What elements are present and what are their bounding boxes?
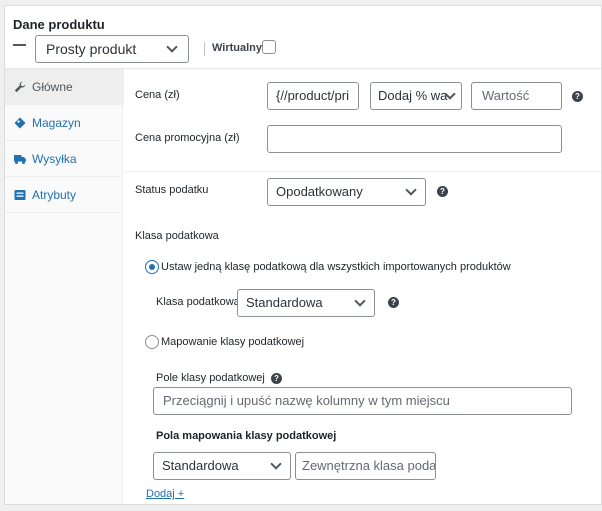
price-input[interactable]: {//product/pri <box>267 82 359 110</box>
section-divider <box>124 171 601 172</box>
tab-label: Atrybuty <box>32 188 77 202</box>
chevron-down-icon <box>405 184 417 196</box>
price-label: Cena (zł) <box>135 89 180 101</box>
radio-single-tax-class[interactable] <box>145 260 159 274</box>
chevron-down-icon <box>354 295 366 307</box>
add-mapping-link[interactable]: Dodaj + <box>146 488 184 500</box>
tab-shipping[interactable]: Wysyłka <box>5 141 123 177</box>
tab-attributes[interactable]: Atrybuty <box>5 177 123 213</box>
tax-status-select[interactable]: Opodatkowany <box>267 178 426 206</box>
diamond-icon <box>14 117 26 129</box>
tab-label: Magazyn <box>32 116 81 130</box>
help-icon[interactable]: ? <box>437 186 448 197</box>
mapping-select-value: Standardowa <box>162 458 239 473</box>
mapping-tax-class-select[interactable]: Standardowa <box>153 452 291 480</box>
wrench-icon <box>14 81 26 93</box>
tax-field-dropzone[interactable]: Przeciągnij i upuść nazwę kolumny w tym … <box>153 387 572 415</box>
tax-class-label: Klasa podatkowa <box>156 296 240 308</box>
tab-inventory[interactable]: Magazyn <box>5 105 123 141</box>
tab-label: Główne <box>32 80 73 94</box>
tax-status-label: Status podatku <box>135 184 209 196</box>
tab-label: Wysyłka <box>32 152 77 166</box>
product-tabs-sidebar: Główne Magazyn Wysyłka Atrybuty <box>5 69 124 504</box>
price-modifier-value: Dodaj % wa <box>378 88 448 103</box>
tax-status-value: Opodatkowany <box>276 184 363 199</box>
header-divider <box>204 42 205 56</box>
radio-mapping-label: Mapowanie klasy podatkowej <box>161 336 305 348</box>
collapse-icon[interactable] <box>13 44 26 46</box>
price-amount-input[interactable]: Wartość <box>471 82 562 110</box>
list-icon <box>14 189 26 201</box>
panel-title: Dane produktu <box>13 17 105 32</box>
radio-mapping-tax-class[interactable] <box>145 335 159 349</box>
truck-icon <box>14 153 26 165</box>
help-icon[interactable]: ? <box>572 91 583 102</box>
product-type-value: Prosty produkt <box>46 41 137 57</box>
tab-general[interactable]: Główne <box>5 69 124 105</box>
tax-class-value: Standardowa <box>246 295 323 310</box>
chevron-down-icon <box>166 41 178 53</box>
help-icon[interactable]: ? <box>388 297 399 308</box>
mapping-external-input[interactable]: Zewnętrzna klasa poda <box>295 452 436 480</box>
tax-class-select[interactable]: Standardowa <box>237 289 375 317</box>
product-data-panel: Dane produktu Prosty produkt Wirtualny G… <box>4 5 602 505</box>
virtual-checkbox[interactable] <box>262 40 276 54</box>
tax-class-heading: Klasa podatkowa <box>135 230 219 242</box>
help-icon[interactable]: ? <box>271 373 282 384</box>
virtual-label: Wirtualny <box>212 42 263 54</box>
chevron-down-icon <box>270 458 282 470</box>
sale-price-input[interactable] <box>267 125 562 153</box>
radio-single-label: Ustaw jedną klasę podatkową dla wszystki… <box>161 261 511 273</box>
product-type-select[interactable]: Prosty produkt <box>35 35 189 63</box>
mapping-heading: Pola mapowania klasy podatkowej <box>156 430 337 442</box>
sale-price-label: Cena promocyjna (zł) <box>135 132 240 144</box>
tax-field-label: Pole klasy podatkowej <box>156 372 265 384</box>
price-modifier-select[interactable]: Dodaj % wa <box>370 82 462 110</box>
